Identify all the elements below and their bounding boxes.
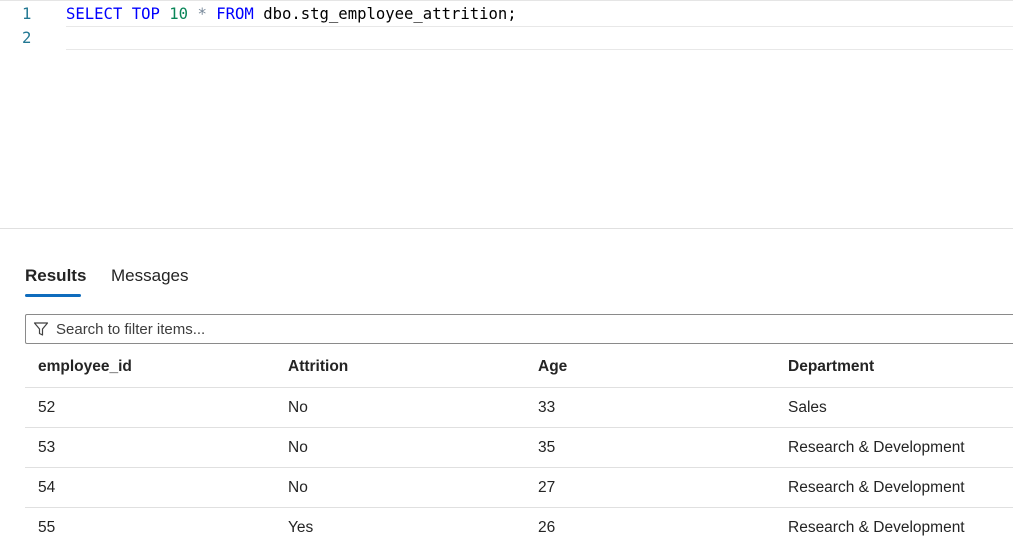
filter-input[interactable] [56, 315, 956, 343]
editor-results-splitter[interactable] [0, 228, 1013, 229]
grid-header-row: employee_id Attrition Age Department [25, 348, 1013, 388]
cell-age[interactable]: 35 [538, 439, 555, 457]
cell-department[interactable]: Sales [788, 399, 827, 417]
keyword-top: TOP [131, 5, 160, 23]
line-number-2: 2 [22, 29, 32, 47]
cell-employee-id[interactable]: 53 [38, 439, 55, 457]
line-number-1: 1 [22, 5, 32, 23]
cell-department[interactable]: Research & Development [788, 439, 965, 457]
keyword-from: FROM [216, 5, 254, 23]
cell-department[interactable]: Research & Development [788, 479, 965, 497]
column-header-employee-id[interactable]: employee_id [38, 358, 132, 376]
cell-attrition[interactable]: No [288, 399, 308, 417]
current-line-highlight [66, 26, 1013, 50]
column-header-attrition[interactable]: Attrition [288, 358, 348, 376]
cell-attrition[interactable]: Yes [288, 519, 313, 537]
filter-box[interactable] [25, 314, 1013, 344]
query-editor[interactable]: 1 SELECT TOP 10 * FROM dbo.stg_employee_… [0, 0, 1013, 228]
table-row[interactable]: 54 No 27 Research & Development [25, 468, 1013, 508]
cell-attrition[interactable]: No [288, 479, 308, 497]
editor-line-2[interactable]: 2 [0, 26, 1013, 50]
cell-department[interactable]: Research & Development [788, 519, 965, 537]
column-header-age[interactable]: Age [538, 358, 567, 376]
cell-age[interactable]: 27 [538, 479, 555, 497]
column-header-department[interactable]: Department [788, 358, 874, 376]
cell-employee-id[interactable]: 52 [38, 399, 55, 417]
cell-age[interactable]: 26 [538, 519, 555, 537]
filter-funnel-icon [33, 321, 49, 337]
tab-results[interactable]: Results [25, 266, 86, 286]
table-row[interactable]: 53 No 35 Research & Development [25, 428, 1013, 468]
table-row[interactable]: 55 Yes 26 Research & Development [25, 508, 1013, 542]
cell-employee-id[interactable]: 55 [38, 519, 55, 537]
cell-attrition[interactable]: No [288, 439, 308, 457]
cell-age[interactable]: 33 [538, 399, 555, 417]
top-limit-number: 10 [169, 5, 189, 23]
tab-messages[interactable]: Messages [111, 266, 188, 286]
table-row[interactable]: 52 No 33 Sales [25, 388, 1013, 428]
table-name: dbo.stg_employee_attrition; [263, 5, 517, 23]
results-grid: employee_id Attrition Age Department 52 … [25, 348, 1013, 542]
active-tab-indicator [25, 294, 81, 297]
editor-line-1[interactable]: 1 SELECT TOP 10 * FROM dbo.stg_employee_… [0, 2, 1013, 26]
sql-statement[interactable]: SELECT TOP 10 * FROM dbo.stg_employee_at… [66, 5, 517, 23]
cell-employee-id[interactable]: 54 [38, 479, 55, 497]
keyword-select: SELECT [66, 5, 123, 23]
select-star: * [197, 5, 207, 23]
